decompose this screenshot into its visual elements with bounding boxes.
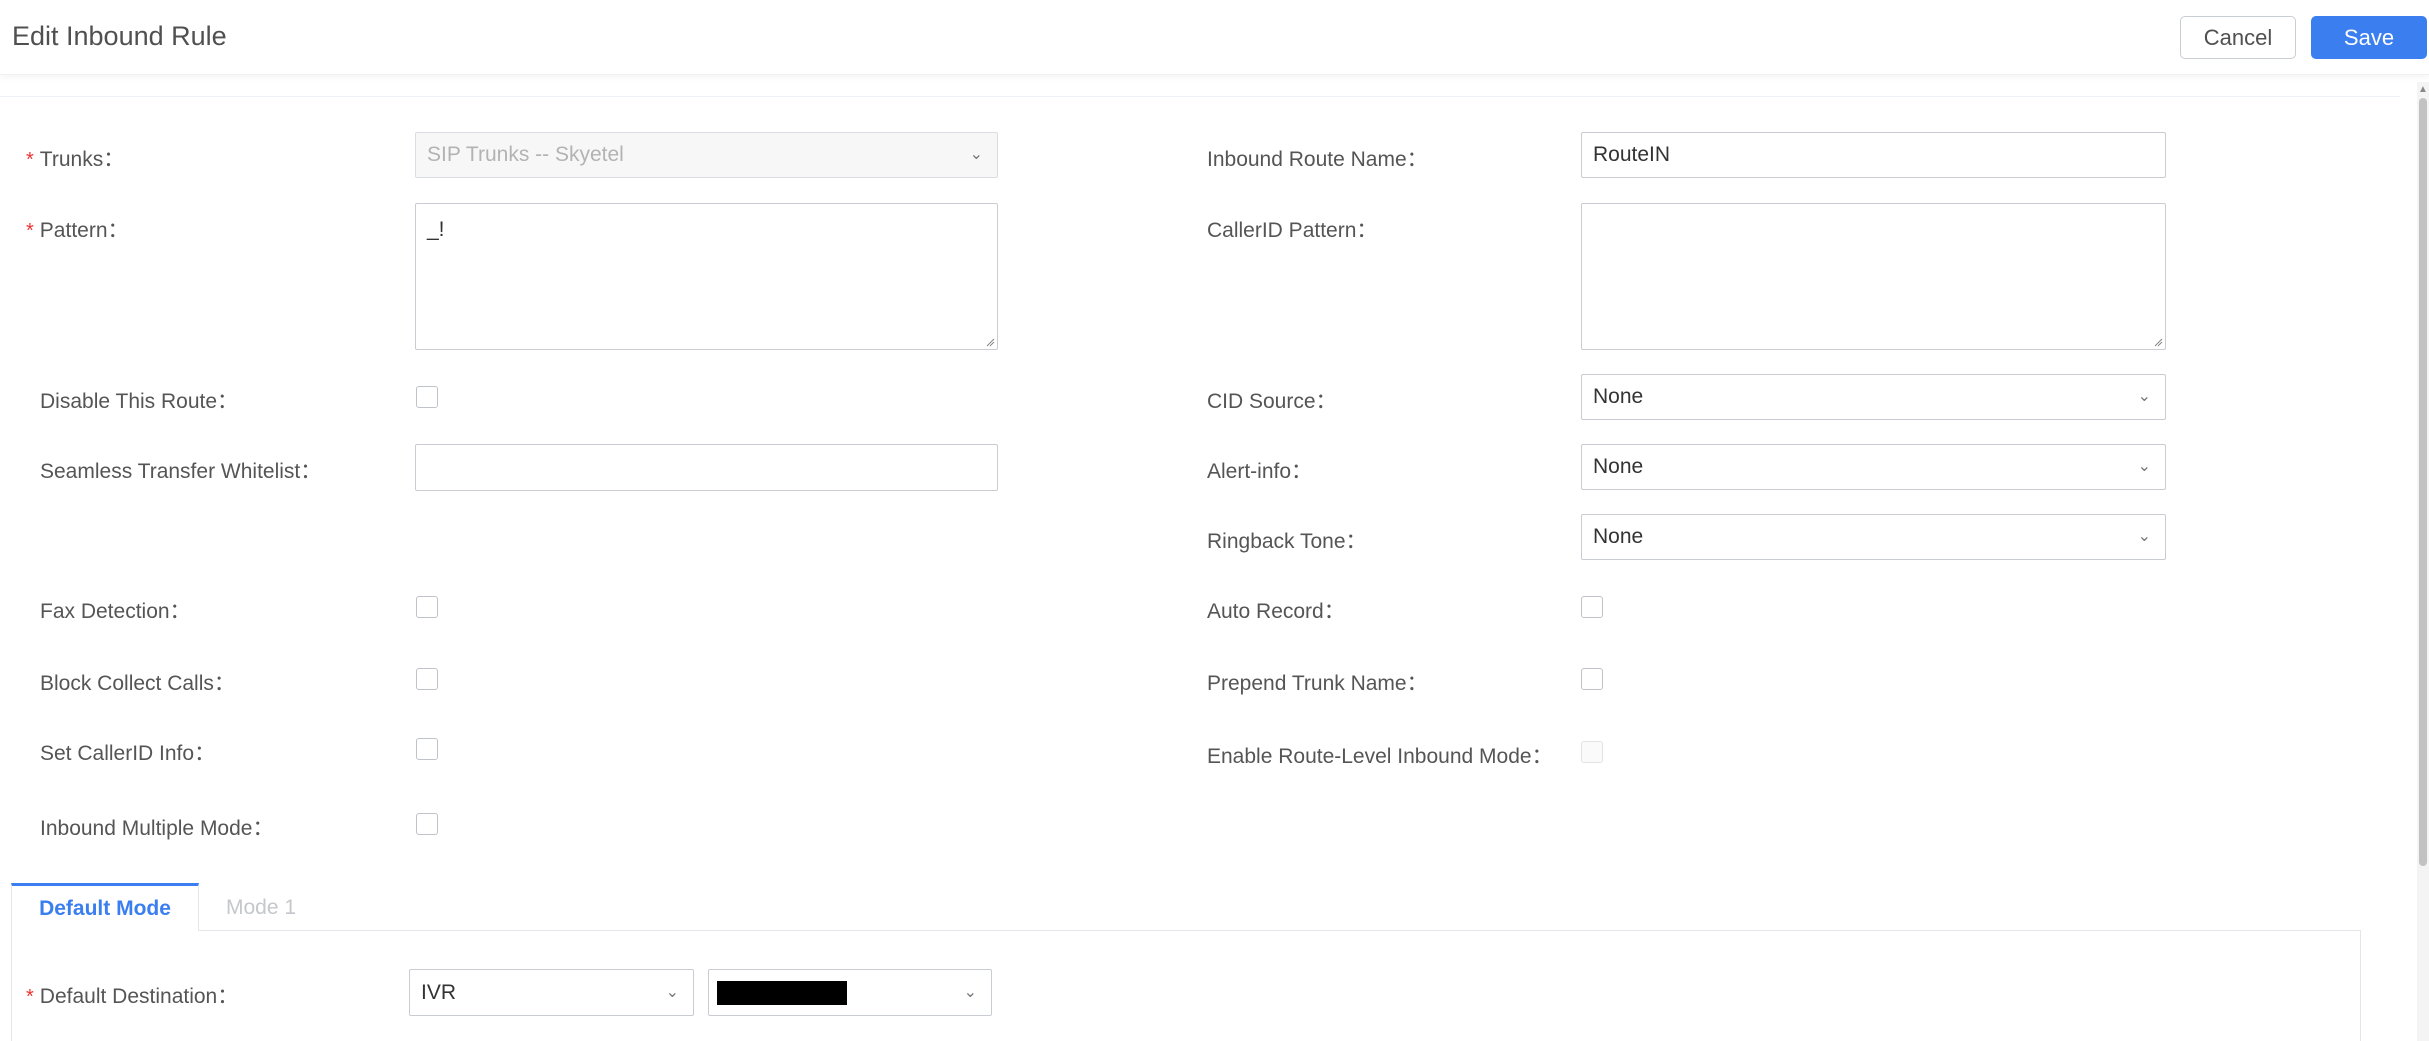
required-mark: * xyxy=(26,149,34,171)
inbound-route-name-label: Inbound Route Name： xyxy=(1207,148,1428,171)
set-callerid-checkbox[interactable] xyxy=(416,738,438,760)
route-level-inbound-checkbox xyxy=(1581,741,1603,763)
required-mark: * xyxy=(26,986,34,1008)
disable-route-checkbox[interactable] xyxy=(416,386,438,408)
tab-mode-1[interactable]: Mode 1 xyxy=(226,896,296,920)
block-collect-checkbox[interactable] xyxy=(416,668,438,690)
fax-detection-label: Fax Detection： xyxy=(40,600,191,623)
cancel-button[interactable]: Cancel xyxy=(2180,16,2296,59)
prepend-trunk-label: Prepend Trunk Name： xyxy=(1207,672,1428,695)
auto-record-label: Auto Record： xyxy=(1207,600,1345,623)
default-destination-label: * Default Destination： xyxy=(26,985,239,1008)
page-header xyxy=(0,0,2429,75)
inbound-multiple-label: Inbound Multiple Mode： xyxy=(40,817,274,840)
callerid-pattern-label: CallerID Pattern： xyxy=(1207,219,1378,242)
chevron-down-icon: ⌄ xyxy=(963,983,977,1001)
trunks-select: SIP Trunks -- Skyetel ⌄ xyxy=(415,132,998,178)
auto-record-checkbox[interactable] xyxy=(1581,596,1603,618)
scrollbar-thumb[interactable] xyxy=(2419,98,2427,866)
trunks-select-value: SIP Trunks -- Skyetel xyxy=(427,143,624,166)
destination-type-select[interactable]: IVR ⌄ xyxy=(409,969,694,1016)
chevron-down-icon: ⌄ xyxy=(969,146,983,163)
prepend-trunk-checkbox[interactable] xyxy=(1581,668,1603,690)
route-level-inbound-label: Enable Route-Level Inbound Mode： xyxy=(1207,745,1553,768)
ringback-tone-select[interactable]: None ⌄ xyxy=(1581,514,2166,560)
resize-handle-icon[interactable] xyxy=(985,337,995,347)
required-mark: * xyxy=(26,220,34,242)
fax-detection-checkbox[interactable] xyxy=(416,596,438,618)
disable-route-label: Disable This Route： xyxy=(40,390,239,413)
chevron-down-icon: ⌄ xyxy=(665,983,679,1001)
page-title: Edit Inbound Rule xyxy=(12,21,227,51)
scroll-up-icon[interactable]: ▲ xyxy=(2418,84,2428,95)
trunks-label: * Trunks： xyxy=(26,148,125,171)
cid-source-label: CID Source： xyxy=(1207,390,1337,413)
callerid-pattern-textarea[interactable] xyxy=(1581,203,2166,350)
inbound-multiple-checkbox[interactable] xyxy=(416,813,438,835)
chevron-down-icon: ⌄ xyxy=(2137,458,2151,475)
set-callerid-label: Set CallerID Info： xyxy=(40,742,216,765)
inbound-route-name-input[interactable]: RouteIN xyxy=(1581,132,2166,178)
block-collect-label: Block Collect Calls： xyxy=(40,672,235,695)
tab-panel-border xyxy=(2360,930,2361,1041)
cid-source-select[interactable]: None ⌄ xyxy=(1581,374,2166,420)
pattern-textarea[interactable]: _! xyxy=(415,203,998,350)
chevron-down-icon: ⌄ xyxy=(2137,528,2151,545)
tab-panel-border xyxy=(11,930,12,1041)
redacted-block xyxy=(717,981,847,1005)
alert-info-select[interactable]: None ⌄ xyxy=(1581,444,2166,490)
tab-divider xyxy=(199,930,2361,931)
pattern-value: _! xyxy=(427,218,445,241)
ringback-tone-label: Ringback Tone： xyxy=(1207,530,1367,553)
chevron-down-icon: ⌄ xyxy=(2137,388,2151,405)
save-button[interactable]: Save xyxy=(2311,16,2427,59)
tab-default-mode[interactable]: Default Mode xyxy=(11,883,199,931)
divider xyxy=(0,96,2400,97)
seamless-whitelist-input[interactable] xyxy=(415,444,998,491)
resize-handle-icon[interactable] xyxy=(2153,337,2163,347)
seamless-whitelist-label: Seamless Transfer Whitelist： xyxy=(40,460,322,483)
pattern-label: * Pattern： xyxy=(26,219,129,242)
alert-info-label: Alert-info： xyxy=(1207,460,1313,483)
